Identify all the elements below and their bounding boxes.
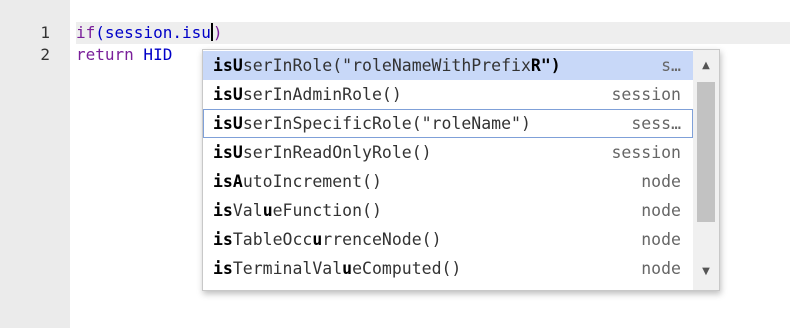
item-type: session xyxy=(611,143,681,162)
autocomplete-item[interactable]: isValueFunction() node xyxy=(203,196,693,225)
closing-paren: ) xyxy=(212,23,223,42)
autocomplete-item[interactable]: isUserInSpecificRole("roleName") sess… xyxy=(203,109,693,138)
match-char: u xyxy=(312,230,323,249)
match-prefix: is xyxy=(213,259,233,278)
autocomplete-item[interactable]: isTerminalValueComputed() node xyxy=(203,254,693,283)
autocomplete-item[interactable]: isUserInAdminRole() session xyxy=(203,80,693,109)
autocomplete-item[interactable]: isTableOccurrenceNode() node xyxy=(203,225,693,254)
item-text: TableOcc xyxy=(232,230,313,249)
item-text: serInSpecificRole("roleName") xyxy=(242,114,531,133)
match-char: u xyxy=(342,259,353,278)
item-type: node xyxy=(641,230,681,249)
autocomplete-item[interactable]: isUserInRole("roleNameWithPrefixR") s… xyxy=(203,51,693,80)
item-type: node xyxy=(641,172,681,191)
line-number-gutter: 1 2 xyxy=(0,0,70,328)
item-type: node xyxy=(641,201,681,220)
item-text: Val xyxy=(232,201,263,220)
autocomplete-popup[interactable]: isUserInRole("roleNameWithPrefixR") s… i… xyxy=(202,49,720,291)
popup-scrollbar[interactable]: ▲ ▼ xyxy=(693,50,719,290)
item-text: rrenceNode() xyxy=(322,230,442,249)
keyword-if: if xyxy=(76,23,96,42)
code-line-2[interactable]: return HID xyxy=(76,44,172,66)
line-number-1: 1 xyxy=(40,23,50,42)
scroll-down-arrow-icon[interactable]: ▼ xyxy=(693,262,719,282)
match-prefix: isU xyxy=(213,85,243,104)
item-text: serInAdminRole() xyxy=(242,85,402,104)
code-text: HID xyxy=(133,45,173,64)
item-type: sess… xyxy=(631,114,681,133)
keyword-return: return xyxy=(76,45,134,64)
code-line-1[interactable]: if(session.isu) xyxy=(76,22,790,44)
autocomplete-item[interactable]: isAutoIncrement() node xyxy=(203,167,693,196)
scroll-up-arrow-icon[interactable]: ▲ xyxy=(693,56,719,76)
autocomplete-item[interactable]: isUserInReadOnlyRole() session xyxy=(203,138,693,167)
item-text: eComputed() xyxy=(352,259,462,278)
line-number-2: 2 xyxy=(40,45,50,64)
match-prefix: isA xyxy=(213,172,243,191)
item-text: utoIncrement() xyxy=(242,172,382,191)
item-text: TerminalVal xyxy=(232,259,343,278)
code-editor[interactable]: 1 2 if(session.isu) return HID isUserInR… xyxy=(0,0,790,328)
item-text: serInReadOnlyRole() xyxy=(242,143,432,162)
item-text: serInRole("roleNameWithPrefix xyxy=(242,56,531,75)
code-text: (session.isu xyxy=(95,23,211,42)
match-prefix: is xyxy=(213,201,233,220)
item-type: node xyxy=(641,259,681,278)
item-text: eFunction() xyxy=(272,201,382,220)
match-prefix: isU xyxy=(213,114,243,133)
item-type: session xyxy=(611,85,681,104)
match-char: u xyxy=(262,201,273,220)
match-char: R") xyxy=(530,56,561,75)
item-type: s… xyxy=(661,56,681,75)
scrollbar-thumb[interactable] xyxy=(697,82,715,222)
match-prefix: is xyxy=(213,230,233,249)
match-prefix: isU xyxy=(213,143,243,162)
match-prefix: isU xyxy=(213,56,243,75)
